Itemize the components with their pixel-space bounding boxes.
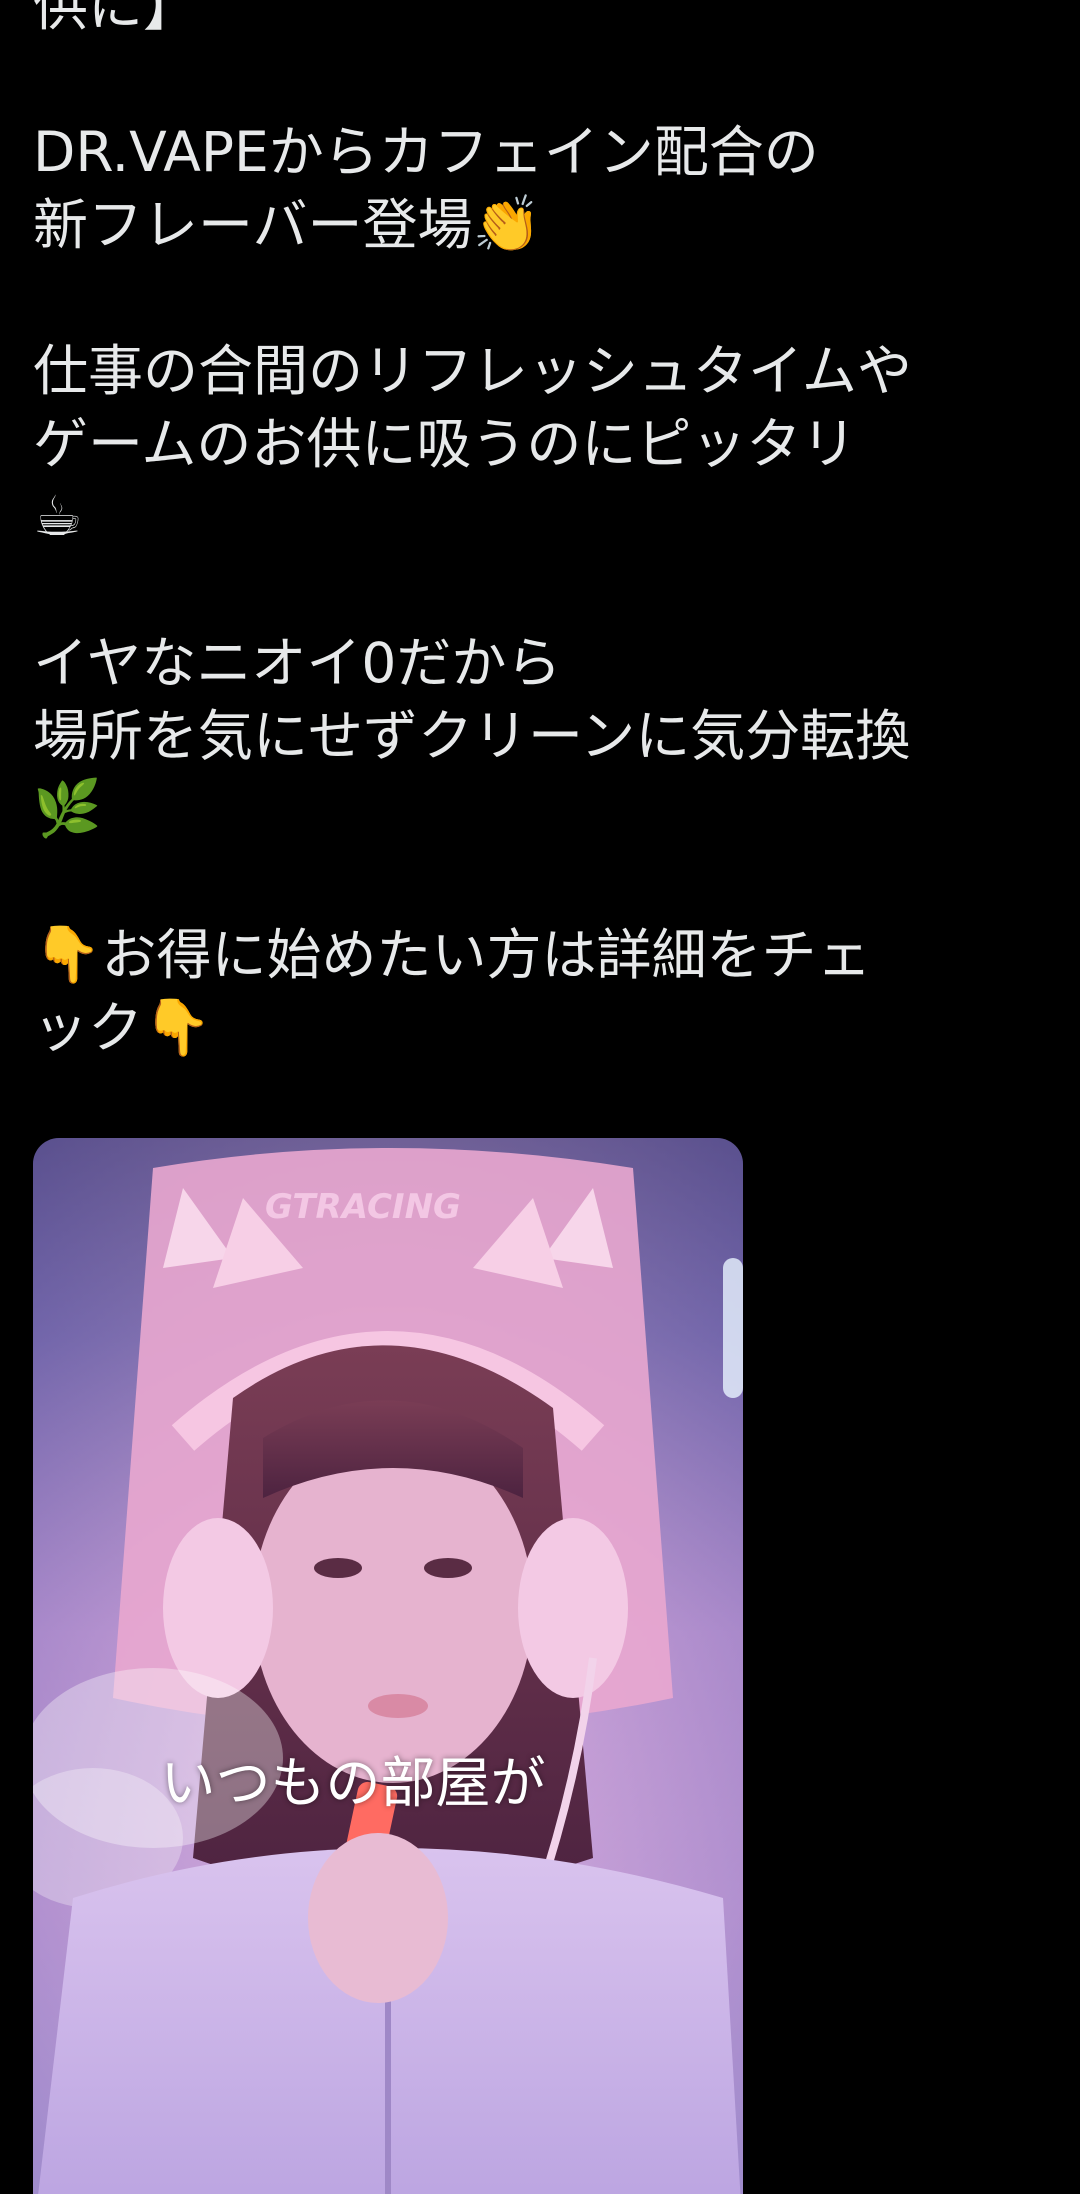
pointing-down-emoji-icon: 👇 <box>143 995 212 1060</box>
post-text-line: 仕事の合間のリフレッシュタイムや <box>33 339 912 403</box>
post-text-line: ☕ <box>33 481 1053 554</box>
post-text-line: ゲームのお供に吸うのにピッタリ <box>33 412 857 476</box>
post-text-line: 新フレーバー登場👏 <box>33 189 1053 262</box>
post-text: 供に】 DR.VAPEからカフェイン配合の 新フレーバー登場👏 仕事の合間のリフ… <box>33 0 1053 1065</box>
video-caption: いつもの部屋が <box>160 1751 546 1815</box>
hot-beverage-emoji-icon: ☕ <box>33 484 83 549</box>
post-text-line: 供に】 <box>33 0 199 38</box>
pointing-down-emoji-icon: 👇 <box>33 922 102 987</box>
chair-brand-text: GTRACING <box>265 1187 461 1227</box>
post-text-line: 場所を気にせずクリーンに気分転換 <box>33 704 911 768</box>
post-text-line: イヤなニオイ0だから <box>33 631 562 695</box>
post-text-line: DR.VAPEからカフェイン配合の <box>33 120 819 184</box>
post-video-media[interactable]: GTRACING いつもの部屋が <box>33 1138 743 2194</box>
video-frame-illustration: GTRACING <box>33 1138 743 2194</box>
post-text-line: 🌿 <box>33 773 1053 846</box>
post-text-line: ック👇 <box>33 992 1053 1065</box>
post-text-line: 👇お得に始めたい方は詳細をチェ <box>33 919 1053 992</box>
post-text-segment: お得に始めたい方は詳細をチェ <box>101 923 872 987</box>
clapping-hands-emoji-icon: 👏 <box>472 192 541 257</box>
herb-emoji-icon: 🌿 <box>33 776 102 841</box>
post-text-segment: 新フレーバー登場 <box>33 193 473 257</box>
post-text-segment: ック <box>33 996 144 1060</box>
